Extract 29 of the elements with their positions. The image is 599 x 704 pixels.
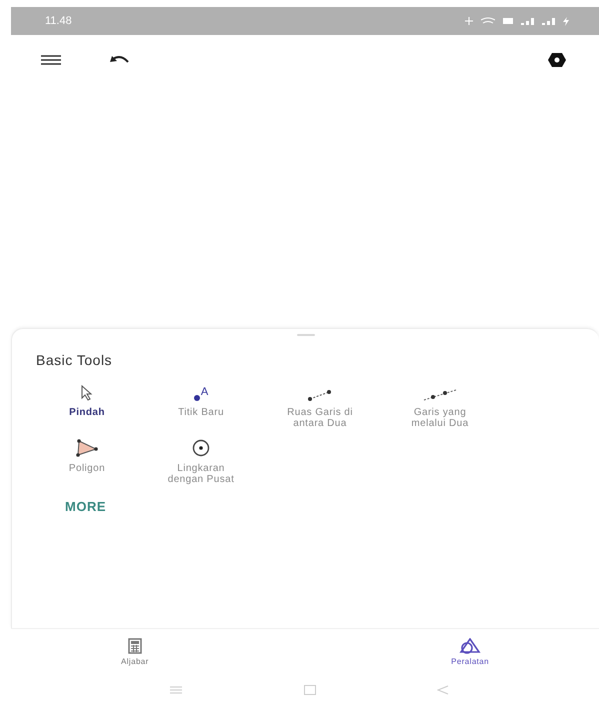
tool-button[interactable]: Ruas Garis di antara Dua xyxy=(260,379,380,429)
tool-button[interactable]: Garis yang melalui Dua xyxy=(380,379,500,429)
nav-tab[interactable]: Peralatan xyxy=(451,638,489,668)
cursor-icon xyxy=(80,385,94,401)
drag-handle[interactable] xyxy=(296,334,314,336)
segment-icon xyxy=(307,389,333,401)
calculator-icon xyxy=(128,638,142,654)
line-icon xyxy=(423,389,457,401)
tool-button[interactable]: Poligon xyxy=(32,435,142,485)
menu-icon xyxy=(41,55,61,65)
home-icon[interactable] xyxy=(304,685,316,695)
recent-apps-icon[interactable] xyxy=(170,686,182,694)
wifi-icon xyxy=(481,17,495,25)
tool-button[interactable]: A Titik Baru xyxy=(142,379,260,429)
circle-icon xyxy=(191,439,211,457)
tool-button[interactable]: Pindah xyxy=(32,379,142,429)
battery-charging-icon xyxy=(563,16,569,26)
settings-icon xyxy=(548,52,566,68)
shapes-icon xyxy=(459,638,482,654)
back-icon[interactable] xyxy=(437,685,449,695)
status-time: 11.48 xyxy=(45,14,72,29)
tool-button[interactable]: Lingkaran dengan Pusat xyxy=(142,435,260,485)
signal-icon xyxy=(521,17,534,25)
signal-icon xyxy=(542,17,555,25)
nav-tab[interactable]: Aljabar xyxy=(121,638,149,668)
undo-icon xyxy=(109,55,129,65)
panel-title: Basic Tools xyxy=(36,351,114,370)
more-button[interactable]: MORE xyxy=(65,497,106,516)
triangle-icon xyxy=(75,439,99,457)
